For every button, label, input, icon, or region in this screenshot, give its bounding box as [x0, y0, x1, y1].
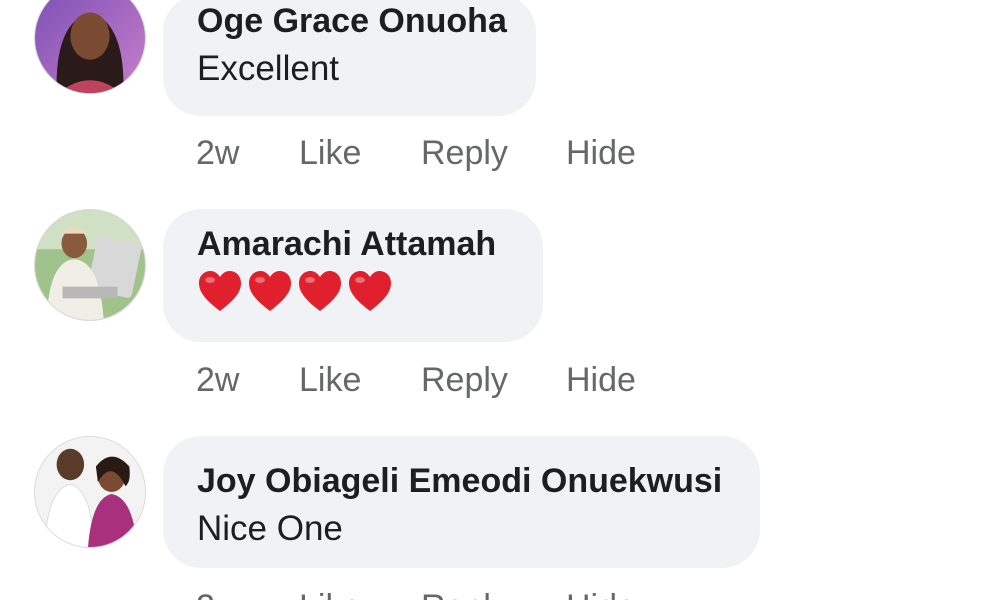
reply-button[interactable]: Reply: [421, 588, 508, 600]
comment-timestamp[interactable]: 2w: [196, 588, 239, 600]
avatar-photo: [35, 437, 145, 547]
like-button[interactable]: Like: [299, 588, 361, 600]
comment-author[interactable]: Joy Obiageli Emeodi Onuekwusi: [197, 458, 726, 504]
comment-bubble: Joy Obiageli Emeodi Onuekwusi Nice One: [163, 436, 760, 568]
comment-thread: Oge Grace Onuoha Excellent 2w Like Reply…: [0, 0, 1000, 600]
hide-button[interactable]: Hide: [566, 588, 636, 600]
comment-item: Joy Obiageli Emeodi Onuekwusi Nice One 2…: [0, 0, 1000, 600]
avatar[interactable]: [34, 436, 146, 548]
comment-text: Nice One: [197, 509, 343, 548]
